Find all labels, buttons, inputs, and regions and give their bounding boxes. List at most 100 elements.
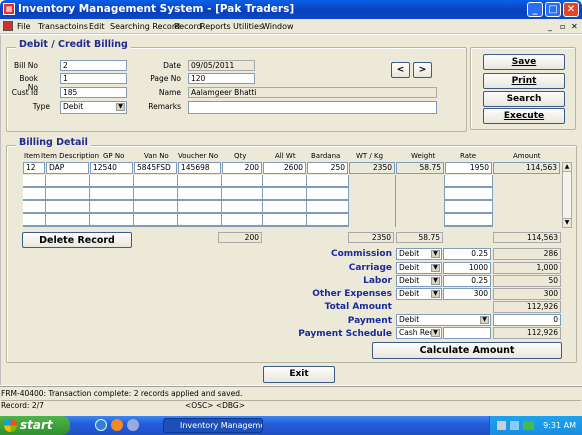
menu-utilities[interactable]: Utilities: [233, 21, 263, 32]
next-record-button[interactable]: >: [413, 62, 432, 78]
chevron-down-icon[interactable]: ▼: [116, 103, 125, 111]
other-expenses-amount-field[interactable]: 300: [493, 288, 561, 300]
chevron-down-icon[interactable]: ▼: [431, 277, 440, 285]
menu-transactions[interactable]: Transactoins: [38, 21, 88, 32]
cell-rate[interactable]: 1950: [445, 162, 492, 174]
grid-line: [221, 175, 222, 227]
menu-file[interactable]: File: [17, 21, 30, 32]
cell-all-wt[interactable]: 2600: [263, 162, 306, 174]
col-header-wt-per-kg: WT / Kg: [356, 152, 384, 160]
quicklaunch-icon[interactable]: [127, 419, 139, 431]
browser-icon[interactable]: [111, 419, 123, 431]
cust-id-field[interactable]: 185: [60, 87, 127, 98]
total-wt-per-kg-field[interactable]: 2350: [348, 232, 394, 243]
cell-bardana[interactable]: 250: [307, 162, 348, 174]
ie-icon[interactable]: [95, 419, 107, 431]
cell-wt-per-kg[interactable]: 2350: [349, 162, 395, 174]
network-icon[interactable]: [497, 421, 506, 430]
menu-edit[interactable]: Edit: [89, 21, 105, 32]
chevron-down-icon[interactable]: ▼: [431, 264, 440, 272]
labor-rate-field[interactable]: 0.25: [443, 275, 491, 287]
menu-reports[interactable]: Reports: [200, 21, 231, 32]
labor-label: Labor: [363, 276, 392, 286]
total-amount-field[interactable]: 114,563: [493, 232, 561, 243]
remarks-field[interactable]: [188, 101, 437, 114]
status-bar: FRM-40400: Transaction complete: 2 recor…: [0, 386, 582, 416]
labor-amount-field[interactable]: 50: [493, 275, 561, 287]
blank-row-grid[interactable]: [23, 175, 561, 227]
total-qty-field[interactable]: 200: [218, 232, 262, 243]
commission-type-select[interactable]: Debit ▼: [396, 248, 442, 260]
taskbar: start Inventory Manageme... 9:31 AM: [0, 416, 582, 435]
commission-amount-field[interactable]: 286: [493, 248, 561, 260]
cell-weight[interactable]: 58.75: [396, 162, 444, 174]
carriage-rate-field[interactable]: 1000: [443, 262, 491, 274]
execute-button[interactable]: Execute: [483, 108, 565, 124]
mdi-close-icon[interactable]: ✕: [571, 21, 578, 32]
print-button[interactable]: Print: [483, 73, 565, 89]
previous-record-button[interactable]: <: [391, 62, 410, 78]
chevron-down-icon[interactable]: ▼: [480, 316, 489, 324]
type-select[interactable]: Debit ▼: [60, 101, 127, 114]
cell-item-description[interactable]: DAP: [46, 162, 89, 174]
tray-app-icon[interactable]: [523, 421, 534, 430]
save-button[interactable]: Save: [483, 54, 565, 70]
taskbar-app-button[interactable]: Inventory Manageme...: [163, 418, 263, 433]
calculate-amount-button[interactable]: Calculate Amount: [372, 342, 562, 359]
close-icon[interactable]: ✕: [563, 2, 579, 17]
col-header-voucher-no: Voucher No: [178, 152, 219, 160]
total-weight-field[interactable]: 58.75: [396, 232, 443, 243]
carriage-type-select[interactable]: Debit ▼: [396, 262, 442, 274]
col-header-rate: Rate: [460, 152, 477, 160]
volume-icon[interactable]: [510, 421, 519, 430]
cell-qty[interactable]: 200: [222, 162, 262, 174]
payment-type-select[interactable]: Debit ▼: [396, 314, 491, 326]
cell-voucher-no[interactable]: 145698: [178, 162, 221, 174]
menu-record[interactable]: Record: [174, 21, 202, 32]
page-no-field[interactable]: 120: [188, 73, 255, 84]
app-icon[interactable]: ▦: [3, 3, 15, 15]
carriage-amount-field[interactable]: 1,000: [493, 262, 561, 274]
other-expenses-rate-field[interactable]: 300: [443, 288, 491, 300]
mdi-minimize-icon[interactable]: _: [548, 21, 552, 32]
clock[interactable]: 9:31 AM: [543, 421, 576, 430]
bill-no-field[interactable]: 2: [60, 60, 127, 71]
maximize-icon[interactable]: □: [545, 2, 561, 17]
minimize-icon[interactable]: _: [527, 2, 543, 17]
search-button[interactable]: Search: [483, 91, 565, 107]
total-amount-label: Total Amount: [324, 302, 392, 312]
payment-amount-field[interactable]: 0: [493, 314, 561, 326]
book-no-field[interactable]: 1: [60, 73, 127, 84]
scroll-down-icon[interactable]: ▼: [562, 218, 572, 228]
customer-name-field[interactable]: Aalamgeer Bhatti: [188, 87, 437, 98]
labor-type-select[interactable]: Debit ▼: [396, 275, 442, 287]
summary-total-amount-field[interactable]: 112,926: [493, 301, 561, 313]
mdi-restore-icon[interactable]: ▫: [560, 21, 565, 32]
date-field[interactable]: 09/05/2011: [188, 60, 255, 71]
cell-amount[interactable]: 114,563: [493, 162, 560, 174]
window-title: Inventory Management System - [Pak Trade…: [18, 3, 295, 15]
chevron-down-icon[interactable]: ▼: [431, 250, 440, 258]
chevron-down-icon[interactable]: ▼: [431, 329, 440, 337]
payment-schedule-note-field[interactable]: [443, 327, 491, 339]
cell-van-no[interactable]: 5845FSD: [134, 162, 177, 174]
form-icon[interactable]: [3, 21, 13, 31]
grid-line: [45, 175, 46, 227]
other-expenses-type-select[interactable]: Debit ▼: [396, 288, 442, 300]
delete-record-button[interactable]: Delete Record: [22, 232, 132, 248]
cell-item[interactable]: 12: [23, 162, 45, 174]
taskbar-app-label: Inventory Manageme...: [180, 421, 262, 430]
window-title-bar[interactable]: Inventory Management System - [Pak Trade…: [0, 0, 582, 19]
commission-rate-field[interactable]: 0.25: [443, 248, 491, 260]
readonly-column: [348, 175, 396, 227]
payment-schedule-amount-field[interactable]: 112,926: [493, 327, 561, 339]
cell-gp-no[interactable]: 12540: [90, 162, 133, 174]
scroll-up-icon[interactable]: ▲: [562, 162, 572, 172]
payment-schedule-select[interactable]: Cash Rec ▼: [396, 327, 442, 339]
menu-window[interactable]: Window: [262, 21, 294, 32]
menu-bar: File Transactoins Edit Searching Record …: [0, 19, 582, 34]
menu-searching-record[interactable]: Searching Record: [110, 21, 180, 32]
grid-line: [177, 175, 178, 227]
exit-button[interactable]: Exit: [263, 366, 335, 383]
chevron-down-icon[interactable]: ▼: [431, 290, 440, 298]
